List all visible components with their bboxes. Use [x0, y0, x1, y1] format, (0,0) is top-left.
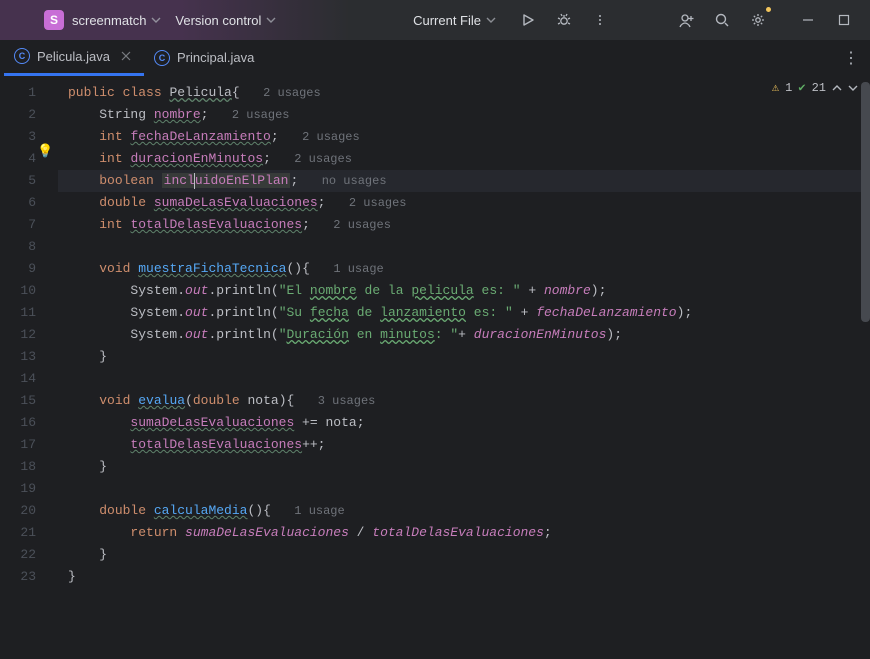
code-line: System.out.println("Duración en minutos:… — [58, 324, 870, 346]
code-line: } — [58, 456, 870, 478]
run-config-menu[interactable]: Current File — [413, 13, 496, 28]
user-icon — [678, 12, 694, 28]
code-line: String nombre; 2 usages — [58, 104, 870, 126]
warning-icon: ⚠ — [772, 80, 779, 95]
tab-label: Principal.java — [177, 50, 254, 65]
minimize-icon — [802, 14, 814, 26]
chevron-down-icon — [266, 15, 276, 25]
close-tab-button[interactable] — [118, 48, 134, 64]
close-icon — [121, 51, 131, 61]
window-maximize-button[interactable] — [831, 7, 857, 33]
project-menu[interactable]: screenmatch — [72, 13, 161, 28]
scrollbar[interactable] — [861, 82, 870, 322]
titlebar: S screenmatch Version control Current Fi… — [0, 0, 870, 40]
code-line: int totalDelasEvaluaciones; 2 usages — [58, 214, 870, 236]
notification-dot-icon — [766, 7, 771, 12]
account-button[interactable] — [673, 7, 699, 33]
code-area[interactable]: 💡 ⚠1 ✔21 public class Pelicula{ 2 usages… — [58, 76, 870, 659]
search-icon — [714, 12, 730, 28]
code-line: boolean incluidoEnElPlan; no usages — [58, 170, 870, 192]
code-line: System.out.println("Su fecha de lanzamie… — [58, 302, 870, 324]
settings-button[interactable] — [745, 7, 771, 33]
line-gutter: 1234567891011121314151617181920212223 — [0, 76, 58, 659]
vcs-label: Version control — [175, 13, 261, 28]
play-icon — [521, 13, 535, 27]
code-editor[interactable]: 1234567891011121314151617181920212223 💡 … — [0, 76, 870, 659]
code-line: int fechaDeLanzamiento; 2 usages — [58, 126, 870, 148]
tab-principal[interactable]: C Principal.java — [144, 40, 264, 76]
chevron-up-icon[interactable] — [832, 83, 842, 93]
code-line: } — [58, 346, 870, 368]
tab-overflow-button[interactable]: ⋮ — [843, 48, 860, 68]
inspection-widget[interactable]: ⚠ 1 ✔ 21 — [772, 80, 858, 95]
bug-icon — [557, 13, 571, 27]
kebab-icon — [593, 13, 607, 27]
code-line: void muestraFichaTecnica(){ 1 usage — [58, 258, 870, 280]
more-actions-button[interactable] — [587, 7, 613, 33]
code-line: void evalua(double nota){ 3 usages — [58, 390, 870, 412]
chevron-down-icon[interactable] — [848, 83, 858, 93]
ok-count: 21 — [812, 81, 826, 95]
code-line: System.out.println("El nombre de la peli… — [58, 280, 870, 302]
code-line: return sumaDeLasEvaluaciones / totalDela… — [58, 522, 870, 544]
gear-icon — [750, 12, 766, 28]
tab-label: Pelicula.java — [37, 49, 110, 64]
maximize-icon — [838, 14, 850, 26]
warning-count: 1 — [785, 81, 792, 95]
run-button[interactable] — [515, 7, 541, 33]
code-line: public class Pelicula{ 2 usages — [58, 82, 870, 104]
java-class-icon: C — [154, 50, 170, 66]
project-icon[interactable]: S — [44, 10, 64, 30]
code-line: int duracionEnMinutos; 2 usages — [58, 148, 870, 170]
window-minimize-button[interactable] — [795, 7, 821, 33]
code-line: sumaDeLasEvaluaciones += nota; — [58, 412, 870, 434]
code-line: totalDelasEvaluaciones++; — [58, 434, 870, 456]
chevron-down-icon — [151, 15, 161, 25]
check-icon: ✔ — [798, 80, 805, 95]
java-class-icon: C — [14, 48, 30, 64]
editor-tabs: C Pelicula.java C Principal.java ⋮ — [0, 40, 870, 76]
tab-pelicula[interactable]: C Pelicula.java — [4, 40, 144, 76]
code-line: } — [58, 544, 870, 566]
code-line: double sumaDeLasEvaluaciones; 2 usages — [58, 192, 870, 214]
intention-bulb-icon[interactable]: 💡 — [37, 144, 53, 159]
code-line: } — [58, 566, 870, 588]
search-button[interactable] — [709, 7, 735, 33]
run-config-label: Current File — [413, 13, 481, 28]
chevron-down-icon — [486, 15, 496, 25]
project-name: screenmatch — [72, 13, 146, 28]
code-line: double calculaMedia(){ 1 usage — [58, 500, 870, 522]
vcs-menu[interactable]: Version control — [175, 13, 276, 28]
debug-button[interactable] — [551, 7, 577, 33]
